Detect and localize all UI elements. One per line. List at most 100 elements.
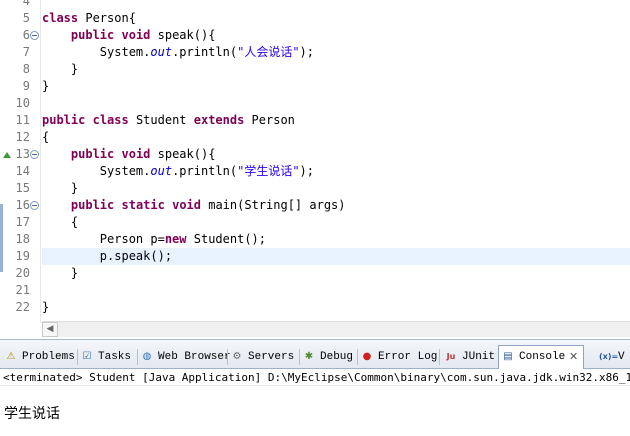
tab-debug[interactable]: ✱ Debug [300, 346, 356, 368]
error-log-icon: ● [362, 351, 372, 362]
line-number: 6 [22, 28, 30, 42]
line-number: 4 [22, 0, 30, 8]
fold-collapse-icon[interactable] [30, 31, 39, 40]
tasks-icon: ☑ [82, 351, 92, 362]
fold-collapse-icon[interactable] [30, 201, 39, 210]
code-line[interactable]: Person p=new Student(); [42, 231, 630, 248]
code-line[interactable]: } [42, 265, 630, 282]
code-token: Person [244, 113, 295, 127]
tab-servers[interactable]: ⚙ Servers [228, 346, 298, 368]
console-icon: ▤ [503, 351, 513, 362]
code-line[interactable]: { [42, 129, 630, 146]
code-token: out [150, 164, 173, 178]
code-line[interactable]: System.out.println("人会说话"); [42, 44, 630, 61]
code-token: } [42, 300, 50, 314]
code-line[interactable]: public void speak(){ [42, 146, 630, 163]
tab-console[interactable]: ▤ Console ✕ [498, 345, 584, 370]
code-token: void [121, 147, 151, 161]
line-number: 20 [15, 266, 30, 280]
code-token: Student [128, 113, 194, 127]
code-line[interactable]: public static void main(String[] args) [42, 197, 630, 214]
code-line[interactable] [42, 282, 630, 299]
code-token: System. [42, 164, 151, 178]
line-number: 12 [15, 130, 30, 144]
code-token: class [92, 113, 129, 127]
tab-label: Web Browser [158, 351, 231, 363]
code-token: static [121, 198, 165, 212]
bottom-panel: ⚠ Problems ☑ Tasks ◍ Web Browser ⚙ Servers ✱ Debu… [0, 339, 630, 436]
code-token: void [172, 198, 201, 212]
close-icon[interactable]: ✕ [569, 346, 578, 368]
code-token: p.speak(); [42, 249, 173, 263]
line-number: 21 [15, 283, 30, 297]
line-number: 13 [15, 147, 30, 161]
tab-label: Problems [22, 351, 75, 363]
bug-icon: ✱ [304, 351, 314, 362]
code-token: main(String[] args) [201, 198, 346, 212]
code-line[interactable]: } [42, 299, 630, 316]
code-token: } [42, 79, 50, 93]
code-editor[interactable]: 4 5 6 7 8 9 10 11 12 13 14 15 16 17 18 19 20 21 22 class P… [0, 0, 630, 323]
line-number: 10 [15, 96, 30, 110]
tab-label: JUnit [462, 351, 496, 363]
fold-collapse-icon[interactable] [30, 150, 39, 159]
code-token: ); [299, 164, 314, 178]
code-token: void [121, 28, 151, 42]
line-number: 11 [15, 113, 30, 127]
line-number: 14 [15, 164, 30, 178]
code-token: public [70, 198, 115, 212]
code-line[interactable]: } [42, 61, 630, 78]
scroll-left-button[interactable]: ◀ [42, 322, 58, 337]
tab-web-browser[interactable]: ◍ Web Browser [138, 346, 231, 368]
tab-tasks[interactable]: ☑ Tasks [78, 346, 136, 368]
code-line[interactable]: p.speak(); [42, 248, 630, 265]
code-token: Person{ [78, 11, 136, 25]
line-number: 22 [15, 300, 30, 314]
variables-icon: (x)= [599, 352, 619, 361]
code-token: public [70, 147, 115, 161]
code-line[interactable]: { [42, 214, 630, 231]
ruler-separator [40, 0, 41, 323]
code-token: { [42, 215, 79, 229]
line-number: 19 [15, 249, 30, 263]
line-number: 5 [22, 11, 30, 25]
code-token: class [42, 11, 79, 25]
code-token: out [150, 45, 173, 59]
tab-label: Console [519, 351, 566, 363]
tab-error-log[interactable]: ● Error Log [358, 346, 438, 368]
code-line[interactable] [42, 95, 630, 112]
code-area[interactable]: class Person{ public void speak(){ Syste… [42, 0, 630, 323]
code-line[interactable]: public void speak(){ [42, 27, 630, 44]
tab-junit[interactable]: Ju JUnit [440, 346, 496, 368]
code-line[interactable]: } [42, 78, 630, 95]
tab-v[interactable]: (x)= V [596, 346, 630, 368]
code-token: ); [299, 45, 314, 59]
folding-ruler [30, 0, 40, 323]
code-token: public [70, 28, 115, 42]
editor-horizontal-scrollbar[interactable]: ◀ [42, 321, 630, 337]
code-token: } [42, 62, 79, 76]
code-line[interactable]: class Person{ [42, 10, 630, 27]
line-number: 17 [15, 215, 30, 229]
code-token: new [164, 232, 187, 246]
code-line[interactable]: System.out.println("学生说话"); [42, 163, 630, 180]
code-token: } [42, 181, 79, 195]
code-line[interactable]: public class Student extends Person [42, 112, 630, 129]
code-token: Student(); [186, 232, 266, 246]
code-token: "学生说话" [237, 164, 300, 178]
code-token: System. [42, 45, 151, 59]
code-token: speak(){ [150, 147, 216, 161]
code-token: public [42, 113, 86, 127]
code-token: { [42, 130, 50, 144]
code-line[interactable] [42, 0, 630, 10]
code-token: speak(){ [150, 28, 216, 42]
console-output[interactable]: 学生说话 [4, 403, 60, 423]
code-line[interactable]: } [42, 180, 630, 197]
tab-problems[interactable]: ⚠ Problems [2, 346, 76, 368]
